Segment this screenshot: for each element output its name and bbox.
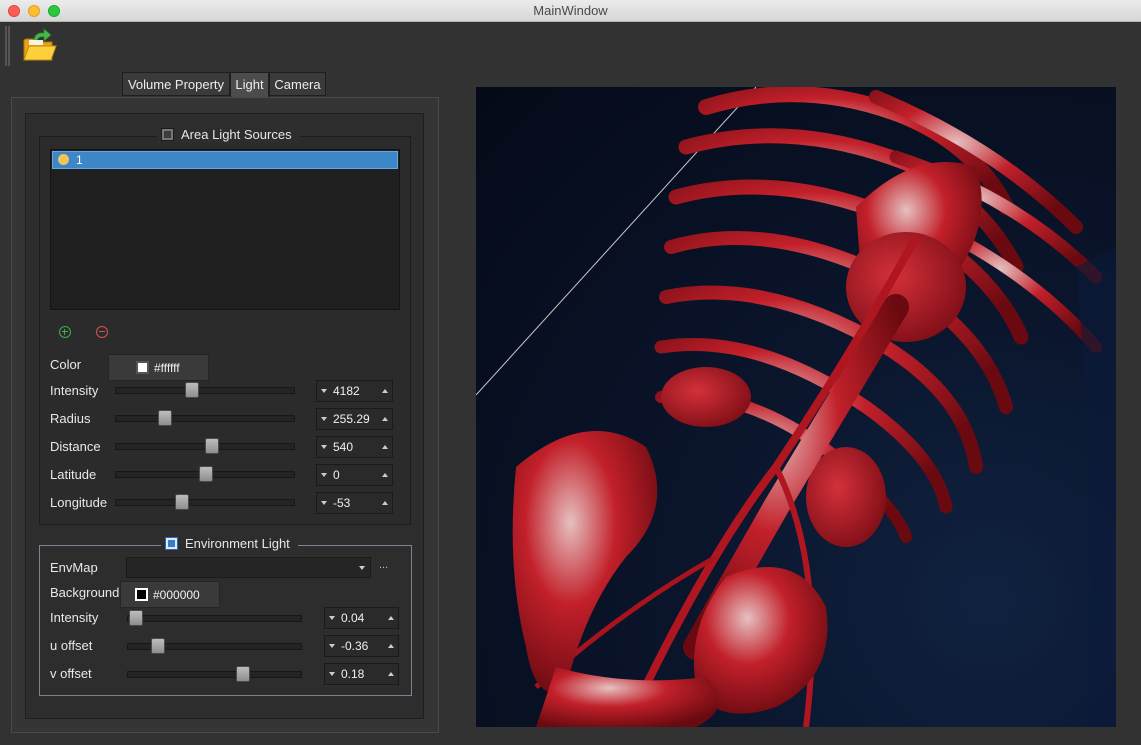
slider-handle[interactable] xyxy=(199,466,213,482)
latitude-spinbox[interactable]: 0 xyxy=(316,464,393,486)
distance-label: Distance xyxy=(50,439,101,454)
intensity-label: Intensity xyxy=(50,383,99,398)
background-color-button[interactable]: #000000 xyxy=(120,581,220,608)
window-title: MainWindow xyxy=(533,3,608,18)
toolbar-grip[interactable] xyxy=(5,26,10,66)
longitude-slider[interactable] xyxy=(115,494,295,510)
intensity-slider[interactable] xyxy=(115,382,295,398)
envmap-combobox[interactable] xyxy=(126,557,371,578)
light-bulb-icon xyxy=(58,154,69,165)
title-bar: MainWindow xyxy=(0,0,1141,22)
increment-icon[interactable] xyxy=(382,445,388,449)
env-intensity-slider[interactable] xyxy=(127,610,302,626)
decrement-icon[interactable] xyxy=(329,644,335,648)
increment-icon[interactable] xyxy=(388,616,394,620)
list-item-label: 1 xyxy=(76,153,83,167)
v-offset-spinbox[interactable]: 0.18 xyxy=(324,663,399,685)
area-light-checkbox[interactable] xyxy=(161,127,174,141)
background-color-swatch xyxy=(135,588,148,601)
distance-slider[interactable] xyxy=(115,438,295,454)
increment-icon[interactable] xyxy=(382,389,388,393)
slider-handle[interactable] xyxy=(185,382,199,398)
background-label: Background xyxy=(50,585,120,600)
tab-camera[interactable]: Camera xyxy=(269,72,326,96)
slider-handle[interactable] xyxy=(129,610,143,626)
decrement-icon[interactable] xyxy=(321,445,327,449)
distance-spinbox[interactable]: 540 xyxy=(316,436,393,458)
environment-light-title: Environment Light xyxy=(185,535,290,551)
radius-label: Radius xyxy=(50,411,91,426)
latitude-slider[interactable] xyxy=(115,466,295,482)
u-offset-spinbox[interactable]: -0.36 xyxy=(324,635,399,657)
open-file-button[interactable] xyxy=(20,28,58,64)
volume-render-image xyxy=(476,87,1116,727)
area-light-title: Area Light Sources xyxy=(181,126,292,142)
color-label: Color xyxy=(50,357,82,372)
increment-icon[interactable] xyxy=(382,473,388,477)
render-viewport[interactable] xyxy=(476,87,1116,727)
longitude-label: Longitude xyxy=(50,495,108,510)
latitude-label: Latitude xyxy=(50,467,97,482)
decrement-icon[interactable] xyxy=(329,616,335,620)
color-value: #ffffff xyxy=(154,360,180,375)
environment-light-header[interactable]: Environment Light xyxy=(161,534,298,552)
slider-handle[interactable] xyxy=(236,666,250,682)
list-item[interactable]: 1 xyxy=(52,151,398,169)
browse-envmap-button[interactable]: ... xyxy=(379,559,388,571)
slider-handle[interactable] xyxy=(175,494,189,510)
radius-slider[interactable] xyxy=(115,410,295,426)
light-source-list[interactable]: 1 xyxy=(50,149,400,310)
environment-light-checkbox[interactable] xyxy=(165,536,178,550)
tab-light[interactable]: Light xyxy=(230,72,269,97)
decrement-icon[interactable] xyxy=(329,672,335,676)
increment-icon[interactable] xyxy=(388,672,394,676)
remove-light-button[interactable] xyxy=(96,326,108,338)
color-picker-button[interactable]: #ffffff xyxy=(108,354,209,381)
area-light-header[interactable]: Area Light Sources xyxy=(157,125,300,143)
v-offset-slider[interactable] xyxy=(127,666,302,682)
envmap-label: EnvMap xyxy=(50,560,98,575)
decrement-icon[interactable] xyxy=(321,501,327,505)
slider-handle[interactable] xyxy=(151,638,165,654)
increment-icon[interactable] xyxy=(382,417,388,421)
color-swatch xyxy=(136,361,149,374)
background-color-value: #000000 xyxy=(153,587,200,602)
slider-handle[interactable] xyxy=(205,438,219,454)
u-offset-label: u offset xyxy=(50,638,93,653)
intensity-spinbox[interactable]: 4182 xyxy=(316,380,393,402)
decrement-icon[interactable] xyxy=(321,473,327,477)
env-intensity-label: Intensity xyxy=(50,610,99,625)
chevron-down-icon xyxy=(359,566,365,570)
add-light-button[interactable] xyxy=(59,326,71,338)
folder-open-icon xyxy=(23,28,57,61)
toolbar xyxy=(0,22,1141,68)
tab-volume-property[interactable]: Volume Property xyxy=(122,72,230,96)
decrement-icon[interactable] xyxy=(321,389,327,393)
slider-handle[interactable] xyxy=(158,410,172,426)
env-intensity-spinbox[interactable]: 0.04 xyxy=(324,607,399,629)
decrement-icon[interactable] xyxy=(321,417,327,421)
u-offset-slider[interactable] xyxy=(127,638,302,654)
longitude-spinbox[interactable]: -53 xyxy=(316,492,393,514)
v-offset-label: v offset xyxy=(50,666,92,681)
radius-spinbox[interactable]: 255.29 xyxy=(316,408,393,430)
increment-icon[interactable] xyxy=(388,644,394,648)
increment-icon[interactable] xyxy=(382,501,388,505)
